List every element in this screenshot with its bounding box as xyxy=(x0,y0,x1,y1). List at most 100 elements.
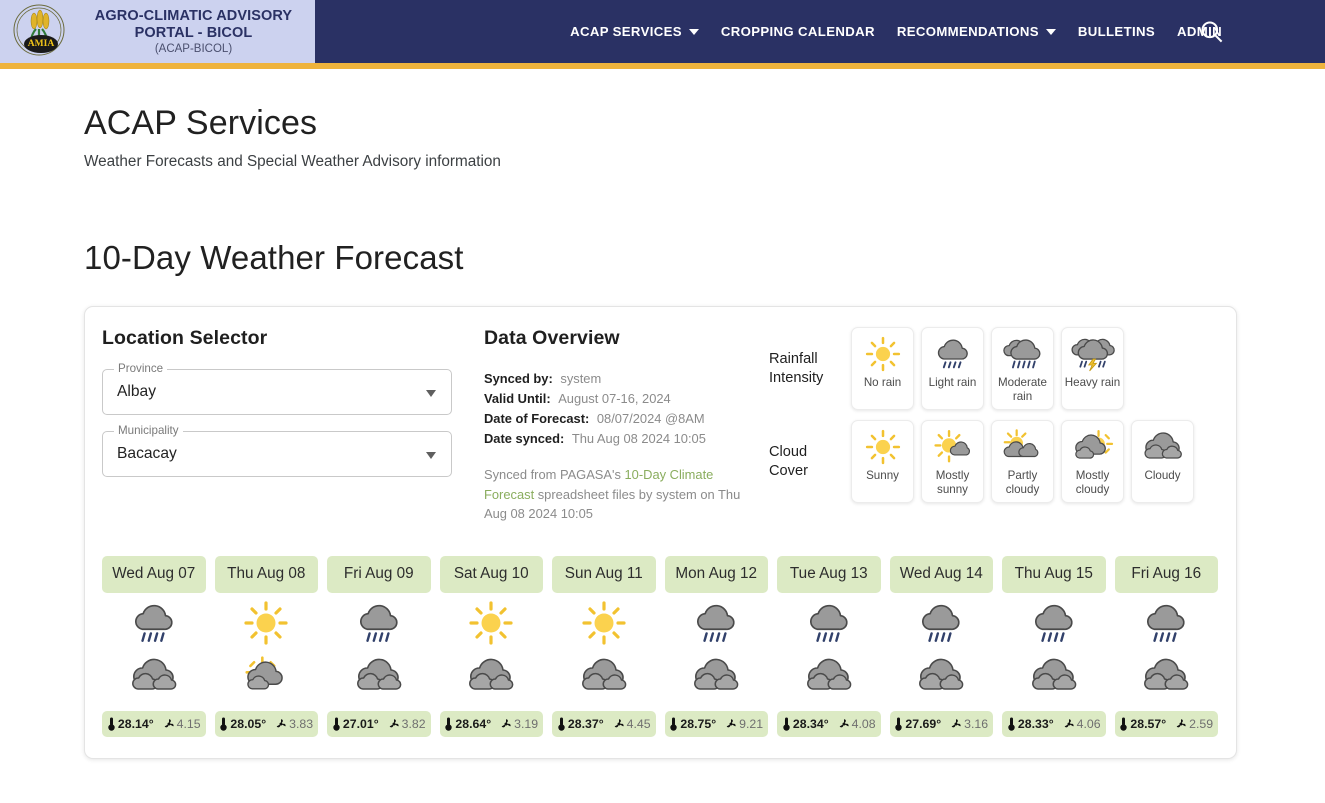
day-label[interactable]: Mon Aug 12 xyxy=(664,555,768,593)
day-values: 28.34° 4.08 xyxy=(777,710,881,737)
nav-item-acap-services[interactable]: ACAP SERVICES xyxy=(559,24,710,39)
legend-chip-heavy-rain[interactable]: Heavy rain xyxy=(1061,327,1124,410)
overview-value: August 07-16, 2024 xyxy=(558,391,671,406)
day-label[interactable]: Wed Aug 14 xyxy=(889,555,993,593)
temperature-value: 28.57° xyxy=(1119,717,1166,731)
cloud-light-rain-icon xyxy=(933,334,973,374)
wind-icon xyxy=(1064,718,1074,727)
location-selector-title: Location Selector xyxy=(102,327,268,349)
legend-chip-cloudy[interactable]: Cloudy xyxy=(1131,420,1194,503)
forecast-day-column: Tue Aug 13 28.34° 4.08 xyxy=(777,555,881,737)
forecast-day-column: Sat Aug 10 28.64° 3.19 xyxy=(439,555,543,737)
sun-icon xyxy=(215,596,319,650)
sun-behind-cloud-icon xyxy=(1002,427,1044,467)
rainfall-title-line2: Intensity xyxy=(769,369,824,386)
nav-label: ACAP SERVICES xyxy=(570,24,682,39)
wind-text: 3.82 xyxy=(401,716,426,731)
day-label[interactable]: Thu Aug 08 xyxy=(214,555,318,593)
wind-icon xyxy=(1176,718,1186,727)
thermometer-icon xyxy=(108,717,115,731)
legend-chip-mostly-sunny[interactable]: Mostly sunny xyxy=(921,420,984,503)
temp-text: 27.69° xyxy=(905,716,942,731)
rainfall-legend-items: No rain Light rain Moderate rain Heavy r… xyxy=(851,327,1124,410)
overview-value: system xyxy=(560,371,602,386)
rainfall-legend-row: Rainfall Intensity No rain Light rain Mo… xyxy=(769,327,1218,410)
wind-value: 3.16 xyxy=(950,717,988,731)
nav-item-recommendations[interactable]: RECOMMENDATIONS xyxy=(886,24,1067,39)
wind-icon xyxy=(276,718,286,727)
temp-text: 28.64° xyxy=(455,716,492,731)
wind-icon xyxy=(951,718,961,727)
wind-value: 3.83 xyxy=(275,717,313,731)
day-values: 28.75° 9.21 xyxy=(664,710,768,737)
wind-text: 9.21 xyxy=(739,716,764,731)
legend-label: Mostly sunny xyxy=(935,469,970,496)
day-label[interactable]: Sat Aug 10 xyxy=(439,555,543,593)
temp-text: 28.37° xyxy=(567,716,604,731)
wind-value: 2.59 xyxy=(1175,717,1213,731)
cloud-heavy-rain-lightning-icon xyxy=(1070,334,1115,374)
day-label[interactable]: Wed Aug 07 xyxy=(102,555,206,593)
temperature-value: 27.01° xyxy=(332,717,379,731)
search-icon[interactable] xyxy=(1198,18,1225,45)
legend-label: Partly cloudy xyxy=(1005,469,1040,496)
cloud-light-rain-icon xyxy=(1002,596,1106,650)
nav-item-cropping-calendar[interactable]: CROPPING CALENDAR xyxy=(710,24,886,39)
nav-label: RECOMMENDATIONS xyxy=(896,24,1039,39)
chevron-down-icon xyxy=(688,28,699,35)
wind-value: 9.21 xyxy=(725,717,763,731)
day-label[interactable]: Fri Aug 09 xyxy=(327,555,431,593)
forecast-card: Location Selector Province Albay Municip… xyxy=(84,306,1237,759)
main-navigation: ACAP SERVICES CROPPING CALENDAR RECOMMEN… xyxy=(315,0,1325,63)
legend-label: Cloudy xyxy=(1144,469,1181,482)
day-values: 28.05° 3.83 xyxy=(214,710,318,737)
wind-text: 2.59 xyxy=(1189,716,1214,731)
cloudy-icon xyxy=(665,649,769,703)
cloudy-icon xyxy=(777,649,881,703)
sun-small-cloud-icon xyxy=(932,427,974,467)
cloud-light-rain-icon xyxy=(1115,596,1219,650)
cloudy-icon xyxy=(552,649,656,703)
sun-icon xyxy=(864,427,902,467)
temperature-value: 28.05° xyxy=(219,717,266,731)
cloudy-icon xyxy=(327,649,431,703)
overview-key: Valid Until: xyxy=(484,391,551,406)
wind-value: 4.06 xyxy=(1063,717,1101,731)
brand-block[interactable]: AMIA AGRO-CLIMATIC ADVISORY PORTAL - BIC… xyxy=(0,0,315,63)
legend-chip-no-rain[interactable]: No rain xyxy=(851,327,914,410)
legend-chip-partly-cloudy[interactable]: Partly cloudy xyxy=(991,420,1054,503)
legend-chip-mostly-cloudy[interactable]: Mostly cloudy xyxy=(1061,420,1124,503)
forecast-day-column: Fri Aug 16 28.57° 2.59 xyxy=(1114,555,1219,737)
temperature-value: 28.14° xyxy=(107,717,154,731)
legend-chip-moderate-rain[interactable]: Moderate rain xyxy=(991,327,1054,410)
data-overview-title: Data Overview xyxy=(484,327,620,349)
day-label[interactable]: Tue Aug 13 xyxy=(777,555,881,593)
day-label[interactable]: Fri Aug 16 xyxy=(1114,555,1218,593)
legend-label: Moderate rain xyxy=(998,376,1047,403)
temp-text: 28.14° xyxy=(117,716,154,731)
wind-text: 4.06 xyxy=(1076,716,1101,731)
wind-text: 3.16 xyxy=(964,716,989,731)
nav-item-bulletins[interactable]: BULLETINS xyxy=(1067,24,1166,39)
province-value: Albay xyxy=(117,383,157,400)
thermometer-icon xyxy=(558,717,565,731)
wind-text: 4.08 xyxy=(851,716,876,731)
wind-icon xyxy=(614,718,624,727)
day-label[interactable]: Thu Aug 15 xyxy=(1002,555,1106,593)
legend-label: Light rain xyxy=(928,376,977,389)
temperature-value: 28.37° xyxy=(557,717,604,731)
day-label[interactable]: Sun Aug 11 xyxy=(552,555,656,593)
province-select[interactable]: Province Albay xyxy=(102,362,452,415)
forecast-day-column: Thu Aug 15 28.33° 4.06 xyxy=(1002,555,1106,737)
day-values: 27.69° 3.16 xyxy=(889,710,993,737)
legend-chip-light-rain[interactable]: Light rain xyxy=(921,327,984,410)
overview-key: Date of Forecast: xyxy=(484,411,590,426)
municipality-select[interactable]: Municipality Bacacay xyxy=(102,424,452,477)
forecast-day-column: Sun Aug 11 28.37° 4.45 xyxy=(552,555,656,737)
note-pre: Synced from PAGASA's xyxy=(484,467,625,482)
day-values: 28.33° 4.06 xyxy=(1002,710,1106,737)
legend-chip-sunny[interactable]: Sunny xyxy=(851,420,914,503)
temp-text: 28.05° xyxy=(230,716,267,731)
wind-icon xyxy=(501,718,511,727)
day-values: 27.01° 3.82 xyxy=(327,710,431,737)
